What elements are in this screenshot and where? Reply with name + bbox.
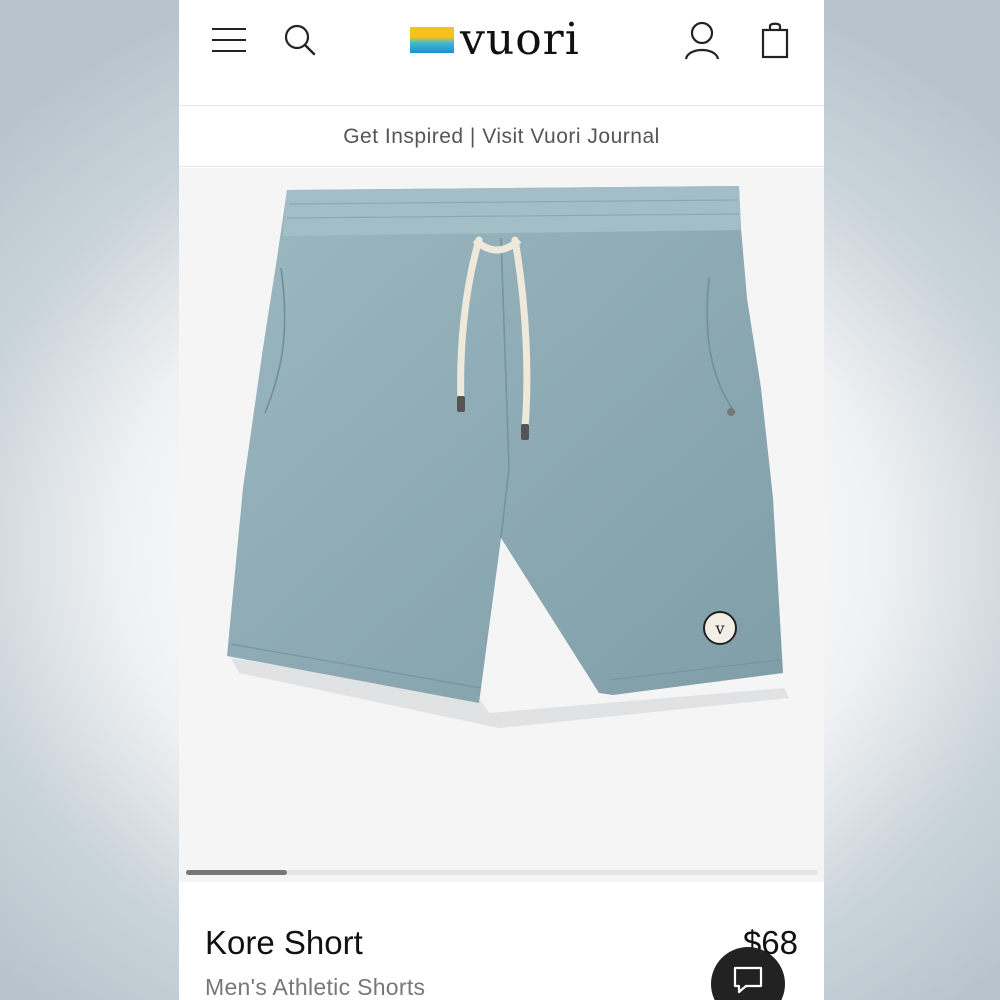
product-image-carousel[interactable]: v — [179, 168, 824, 882]
logo-text: vuori — [460, 14, 580, 65]
promo-banner-text: Get Inspired | Visit Vuori Journal — [343, 124, 660, 148]
svg-text:v: v — [714, 619, 724, 638]
product-category: Men's Athletic Shorts — [205, 974, 426, 1000]
shopping-bag-icon[interactable] — [761, 21, 789, 64]
user-icon[interactable] — [684, 21, 720, 66]
chat-bubble-icon — [732, 965, 764, 1000]
hamburger-menu-icon[interactable] — [211, 26, 247, 59]
brand-logo[interactable]: vuori — [410, 18, 580, 62]
carousel-progress-fill — [186, 870, 288, 875]
site-header: vuori — [179, 0, 824, 106]
product-name[interactable]: Kore Short — [205, 924, 363, 962]
search-icon[interactable] — [283, 23, 317, 62]
carousel-progress-bar — [186, 870, 818, 875]
product-image: v — [227, 186, 789, 728]
logo-mark-icon — [410, 27, 454, 53]
promo-banner-link[interactable]: Get Inspired | Visit Vuori Journal — [179, 107, 824, 167]
mobile-viewport: vuori Get Inspired | Visit Vuori Journal — [179, 0, 824, 1000]
